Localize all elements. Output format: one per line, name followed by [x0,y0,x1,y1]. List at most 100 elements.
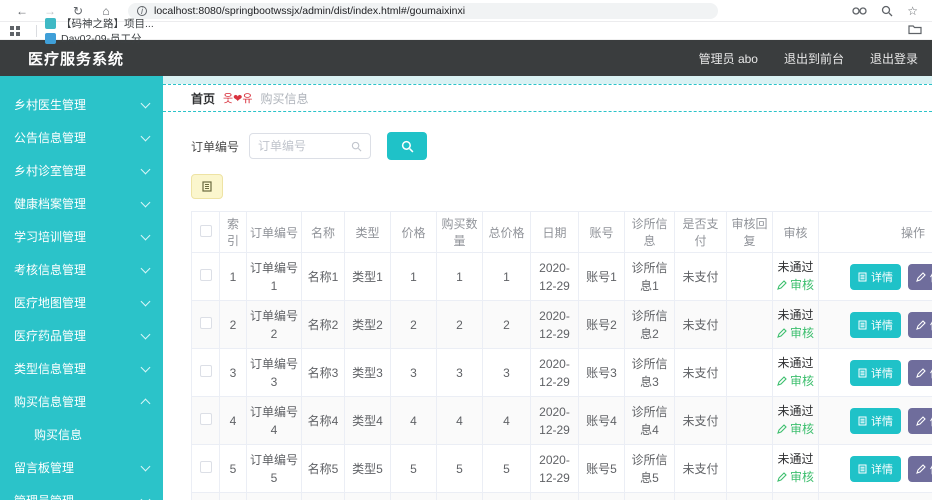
column-header: 是否支付 [675,212,727,253]
table-row: 2订单编号2名称2类型22222020-12-29账号2诊所信息2未支付未通过审… [192,301,932,349]
orders-table: 索引订单编号名称类型价格购买数量总价格日期账号诊所信息是否支付审核回复审核操作 … [191,211,932,500]
cell-account: 账号2 [579,301,625,349]
url-bar[interactable]: i localhost:8080/springbootwssjx/admin/d… [128,3,718,19]
sidebar-item-乡村医生管理[interactable]: 乡村医生管理 [0,88,163,121]
row-checkbox[interactable] [200,365,212,377]
review-action-link[interactable]: 审核 [777,468,814,486]
cell-name: 名称3 [302,349,345,397]
sidebar-item-考核信息管理[interactable]: 考核信息管理 [0,253,163,286]
reading-mode-icon[interactable] [852,6,867,16]
other-bookmarks-folder-icon[interactable] [908,22,922,40]
bookmark-favicon-icon [45,33,56,44]
cell-date: 2020-12-29 [531,445,579,493]
detail-button[interactable]: 详情 [850,312,901,338]
select-all-checkbox[interactable] [200,225,212,237]
back-icon[interactable]: ← [14,4,30,18]
sidebar-item-label: 医疗地图管理 [14,294,142,311]
site-info-icon[interactable]: i [137,6,147,16]
main-content: 首页 웃❤유 购买信息 订单编号 [163,76,932,500]
row-checkbox[interactable] [200,413,212,425]
cell-clinic: 诊所信息1 [625,253,675,301]
column-header: 订单编号 [247,212,302,253]
cell-order-no: 订单编号3 [247,349,302,397]
search-label: 订单编号 [191,138,239,155]
sidebar-item-公告信息管理[interactable]: 公告信息管理 [0,121,163,154]
edit-button[interactable]: 修改 [908,264,932,290]
sidebar-item-乡村诊室管理[interactable]: 乡村诊室管理 [0,154,163,187]
row-checkbox[interactable] [200,461,212,473]
row-checkbox[interactable] [200,269,212,281]
edit-button[interactable]: 修改 [908,456,932,482]
cell-clinic: 诊所信息6 [625,493,675,500]
sidebar-subitem-购买信息[interactable]: 购买信息 [0,418,163,451]
breadcrumb: 首页 웃❤유 购买信息 [163,84,932,112]
review-status: 未通过 [775,354,816,372]
add-button[interactable] [191,174,223,199]
edit-button[interactable]: 修改 [908,312,932,338]
bookmark-star-icon[interactable]: ☆ [907,4,918,18]
review-action-link[interactable]: 审核 [777,276,814,294]
sidebar-item-留言板管理[interactable]: 留言板管理 [0,451,163,484]
sidebar-item-健康档案管理[interactable]: 健康档案管理 [0,187,163,220]
search-icon [401,140,414,153]
row-checkbox[interactable] [200,317,212,329]
search-button[interactable] [387,132,427,160]
sidebar-item-label: 学习培训管理 [14,228,142,245]
sidebar-item-label: 乡村医生管理 [14,96,142,113]
pencil-icon [777,280,787,290]
sidebar-item-医疗地图管理[interactable]: 医疗地图管理 [0,286,163,319]
sidebar-item-学习培训管理[interactable]: 学习培训管理 [0,220,163,253]
column-header: 日期 [531,212,579,253]
order-no-input[interactable] [258,139,345,153]
cell-name: 名称4 [302,397,345,445]
cell-price: 4 [391,397,437,445]
cell-price: 5 [391,445,437,493]
cell-total: 4 [483,397,531,445]
detail-button-label: 详情 [871,461,893,477]
detail-button-label: 详情 [871,413,893,429]
cell-price: 2 [391,301,437,349]
edit-button[interactable]: 修改 [908,408,932,434]
toolbar-right-icons: ☆ [852,4,924,18]
pencil-icon [777,376,787,386]
column-header: 总价格 [483,212,531,253]
cell-name: 名称1 [302,253,345,301]
cell-total: 1 [483,253,531,301]
sidebar-item-label: 健康档案管理 [14,195,142,212]
pencil-icon [916,272,926,282]
detail-button[interactable]: 详情 [850,360,901,386]
sidebar-item-医疗药品管理[interactable]: 医疗药品管理 [0,319,163,352]
cell-quantity: 1 [437,253,483,301]
cell-total: 6 [483,493,531,500]
cell-order-no: 订单编号4 [247,397,302,445]
breadcrumb-current: 购买信息 [260,90,308,107]
chevron-up-icon [141,399,151,409]
zoom-icon[interactable] [881,5,893,17]
pencil-icon [777,328,787,338]
bookmarks-bar: 【码神之路】项目...Day02-09-员工分... [0,22,932,40]
column-header: 操作 [819,212,932,253]
review-action-link[interactable]: 审核 [777,420,814,438]
cell-price: 1 [391,253,437,301]
breadcrumb-home[interactable]: 首页 [191,90,215,107]
cell-index: 5 [220,445,247,493]
detail-doc-icon [858,272,867,282]
sidebar-item-管理员管理[interactable]: 管理员管理 [0,484,163,500]
chevron-down-icon [141,296,151,306]
cell-review-reply [727,397,773,445]
review-action-label: 审核 [790,372,814,390]
sidebar-item-购买信息管理[interactable]: 购买信息管理 [0,385,163,418]
review-action-link[interactable]: 审核 [777,372,814,390]
apps-grid-icon[interactable] [10,26,20,36]
logout-link[interactable]: 退出登录 [870,50,918,67]
detail-button[interactable]: 详情 [850,264,901,290]
detail-button[interactable]: 详情 [850,408,901,434]
edit-button[interactable]: 修改 [908,360,932,386]
exit-to-front-link[interactable]: 退出到前台 [784,50,844,67]
sidebar-item-类型信息管理[interactable]: 类型信息管理 [0,352,163,385]
detail-button[interactable]: 详情 [850,456,901,482]
bookmark-item[interactable]: 【码神之路】项目... [45,16,154,31]
bookmark-item[interactable]: Day02-09-员工分... [45,31,154,46]
review-action-link[interactable]: 审核 [777,324,814,342]
table-row: 1订单编号1名称1类型11112020-12-29账号1诊所信息1未支付未通过审… [192,253,932,301]
